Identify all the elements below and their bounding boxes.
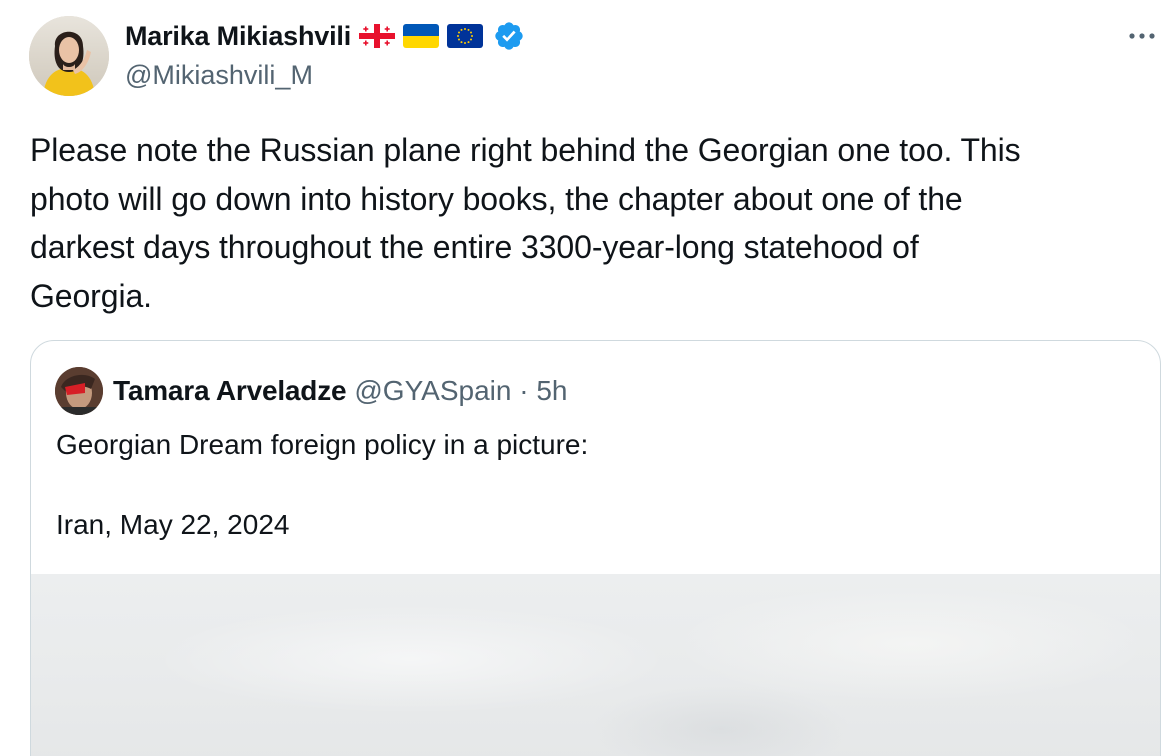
quoted-author-display-name[interactable]: Tamara Arveladze bbox=[113, 375, 347, 407]
sky-cloud bbox=[591, 684, 851, 756]
tweet: Marika Mikiashvili @Mikiashvili_M Please… bbox=[0, 0, 1174, 756]
author-name-row: Marika Mikiashvili bbox=[125, 18, 525, 54]
more-options-button[interactable] bbox=[1122, 16, 1162, 56]
more-horizontal-icon bbox=[1129, 33, 1155, 39]
author-display-name[interactable]: Marika Mikiashvili bbox=[125, 21, 351, 52]
quoted-author-meta: @GYASpain · 5h bbox=[354, 375, 568, 406]
quoted-author-avatar-image bbox=[55, 367, 103, 415]
tweet-text: Please note the Russian plane right behi… bbox=[30, 132, 1021, 314]
quoted-tweet-text: Georgian Dream foreign policy in a pictu… bbox=[56, 429, 589, 540]
quoted-tweet-header: Tamara Arveladze @GYASpain · 5h bbox=[55, 366, 568, 416]
quoted-author-avatar[interactable] bbox=[55, 367, 103, 415]
flag-eu-icon bbox=[447, 24, 484, 48]
author-avatar-image bbox=[29, 16, 109, 96]
quoted-tweet-photo[interactable] bbox=[31, 574, 1160, 756]
flag-georgia-icon bbox=[359, 24, 396, 48]
quoted-tweet-card[interactable]: Tamara Arveladze @GYASpain · 5h Georgian… bbox=[30, 340, 1161, 756]
flag-ukraine-icon bbox=[403, 24, 440, 48]
author-avatar[interactable] bbox=[29, 16, 109, 96]
verified-badge-icon[interactable] bbox=[493, 20, 525, 52]
author-handle[interactable]: @Mikiashvili_M bbox=[125, 60, 313, 91]
